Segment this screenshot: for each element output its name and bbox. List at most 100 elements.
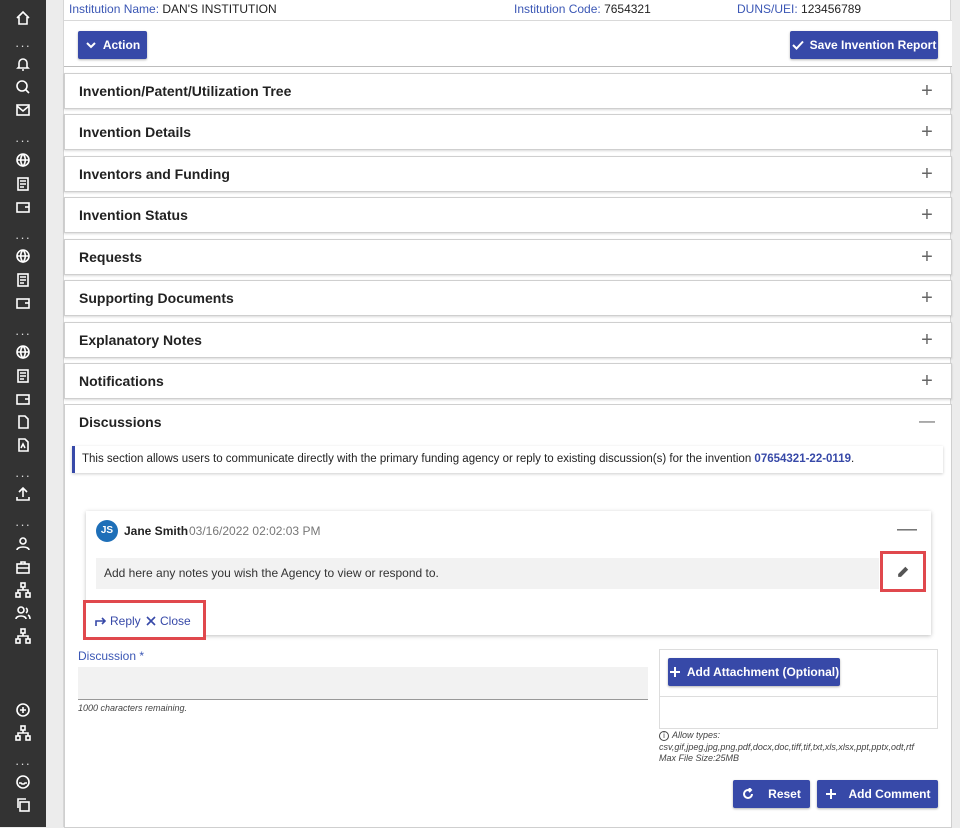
- collapse-icon[interactable]: —: [917, 412, 937, 432]
- mail-icon[interactable]: [13, 100, 33, 120]
- action-button-label: Action: [102, 38, 141, 52]
- section-notifications[interactable]: Notifications +: [64, 363, 952, 399]
- wallet-icon[interactable]: [13, 197, 33, 217]
- section-title: Invention/Patent/Utilization Tree: [79, 83, 292, 99]
- globe-icon[interactable]: [13, 150, 33, 170]
- add-circle-icon[interactable]: [13, 700, 33, 720]
- expand-icon[interactable]: +: [917, 164, 937, 184]
- wallet-icon[interactable]: [13, 389, 33, 409]
- pencil-icon: [897, 566, 908, 577]
- institution-name-label: Institution Name:: [69, 2, 160, 16]
- comment-author: Jane Smith: [124, 524, 189, 538]
- expand-icon[interactable]: +: [917, 247, 937, 267]
- action-button[interactable]: Action: [78, 31, 147, 59]
- duns-label: DUNS/UEI:: [737, 2, 798, 16]
- bell-icon[interactable]: [13, 54, 33, 74]
- wallet-icon[interactable]: [13, 293, 33, 313]
- more-dots-icon[interactable]: ···: [13, 327, 33, 340]
- section-invention-tree[interactable]: Invention/Patent/Utilization Tree +: [64, 73, 952, 109]
- section-supporting-documents[interactable]: Supporting Documents +: [64, 280, 952, 316]
- discussion-field-label: Discussion *: [78, 649, 145, 663]
- section-invention-details[interactable]: Invention Details +: [64, 114, 952, 150]
- refresh-icon: [743, 788, 754, 799]
- section-title: Invention Status: [79, 207, 188, 223]
- user-icon[interactable]: [13, 534, 33, 554]
- more-dots-icon[interactable]: ···: [13, 231, 33, 244]
- section-explanatory-notes[interactable]: Explanatory Notes +: [64, 322, 952, 358]
- plus-icon: [669, 667, 680, 677]
- more-dots-icon[interactable]: ···: [13, 469, 33, 482]
- org-chart-icon[interactable]: [13, 626, 33, 646]
- allow-types-label: Allow types:: [672, 730, 721, 740]
- reply-label: Reply: [110, 614, 141, 628]
- comment-card: JS Jane Smith 03/16/2022 02:02:03 PM — A…: [86, 511, 931, 635]
- copy-icon[interactable]: [13, 795, 33, 815]
- more-dots-icon[interactable]: ···: [13, 757, 33, 770]
- close-icon: [146, 616, 156, 626]
- home-icon[interactable]: [13, 8, 33, 28]
- add-comment-label: Add Comment: [848, 787, 931, 801]
- add-attachment-label: Add Attachment (Optional): [686, 665, 840, 679]
- globe-icon[interactable]: [13, 246, 33, 266]
- info-icon: i: [659, 731, 669, 741]
- toolbar: Action Save Invention Report: [64, 20, 952, 67]
- duns-value: 123456789: [801, 2, 862, 16]
- org-chart-icon[interactable]: [13, 580, 33, 600]
- allow-types-list: csv,gif,jpeg,jpg,png,pdf,docx,doc,tiff,t…: [659, 741, 914, 752]
- institution-name-value: DAN'S INSTITUTION: [162, 2, 277, 16]
- attachment-panel: Add Attachment (Optional): [659, 649, 938, 729]
- briefcase-icon[interactable]: [13, 557, 33, 577]
- add-comment-button[interactable]: Add Comment: [817, 780, 938, 808]
- institution-code-label: Institution Code:: [514, 2, 601, 16]
- reply-icon: [95, 617, 107, 626]
- checkmark-icon: [791, 40, 804, 50]
- list-icon[interactable]: [13, 270, 33, 290]
- upload-icon[interactable]: [13, 484, 33, 504]
- section-inventors-funding[interactable]: Inventors and Funding +: [64, 156, 952, 192]
- more-dots-icon[interactable]: ···: [13, 39, 33, 52]
- expand-icon[interactable]: +: [917, 371, 937, 391]
- invention-id-link[interactable]: 07654321-22-0119: [754, 453, 851, 465]
- add-attachment-button[interactable]: Add Attachment (Optional): [668, 658, 840, 686]
- reply-button[interactable]: Reply: [95, 614, 141, 628]
- section-title: Supporting Documents: [79, 290, 234, 306]
- globe-icon[interactable]: [13, 342, 33, 362]
- close-button[interactable]: Close: [145, 614, 191, 628]
- list-icon[interactable]: [13, 174, 33, 194]
- edit-comment-button[interactable]: [880, 551, 926, 592]
- chevron-down-icon: [86, 42, 96, 49]
- org-chart-icon[interactable]: [13, 723, 33, 743]
- comment-body: Add here any notes you wish the Agency t…: [96, 558, 879, 589]
- more-dots-icon[interactable]: ···: [13, 518, 33, 531]
- pdf-document-icon[interactable]: [13, 435, 33, 455]
- max-file-size: Max File Size:25MB: [659, 753, 740, 763]
- save-invention-report-button[interactable]: Save Invention Report: [790, 31, 938, 59]
- more-dots-icon[interactable]: ···: [13, 134, 33, 147]
- reset-label: Reset: [768, 787, 801, 801]
- collapse-comment-icon[interactable]: —: [897, 518, 917, 541]
- expand-icon[interactable]: +: [917, 205, 937, 225]
- comment-timestamp: 03/16/2022 02:02:03 PM: [189, 524, 321, 538]
- section-title: Discussions: [79, 414, 162, 430]
- section-title: Notifications: [79, 373, 164, 389]
- close-label: Close: [160, 614, 191, 628]
- users-icon[interactable]: [13, 603, 33, 623]
- expand-icon[interactable]: +: [917, 288, 937, 308]
- section-title: Explanatory Notes: [79, 332, 202, 348]
- discussion-textarea[interactable]: [78, 667, 648, 700]
- expand-icon[interactable]: +: [917, 330, 937, 350]
- characters-remaining: 1000 characters remaining.: [78, 703, 188, 713]
- section-title: Inventors and Funding: [79, 166, 230, 182]
- reset-button[interactable]: Reset: [733, 780, 810, 808]
- expand-icon[interactable]: +: [917, 81, 937, 101]
- section-invention-status[interactable]: Invention Status +: [64, 197, 952, 233]
- avatar: JS: [96, 520, 118, 542]
- list-icon[interactable]: [13, 366, 33, 386]
- section-requests[interactable]: Requests +: [64, 239, 952, 275]
- expand-icon[interactable]: +: [917, 122, 937, 142]
- discussion-notice: This section allows users to communicate…: [72, 446, 943, 473]
- inbox-icon[interactable]: [13, 772, 33, 792]
- document-icon[interactable]: [13, 412, 33, 432]
- plus-icon: [825, 789, 836, 799]
- chat-search-icon[interactable]: [13, 77, 33, 97]
